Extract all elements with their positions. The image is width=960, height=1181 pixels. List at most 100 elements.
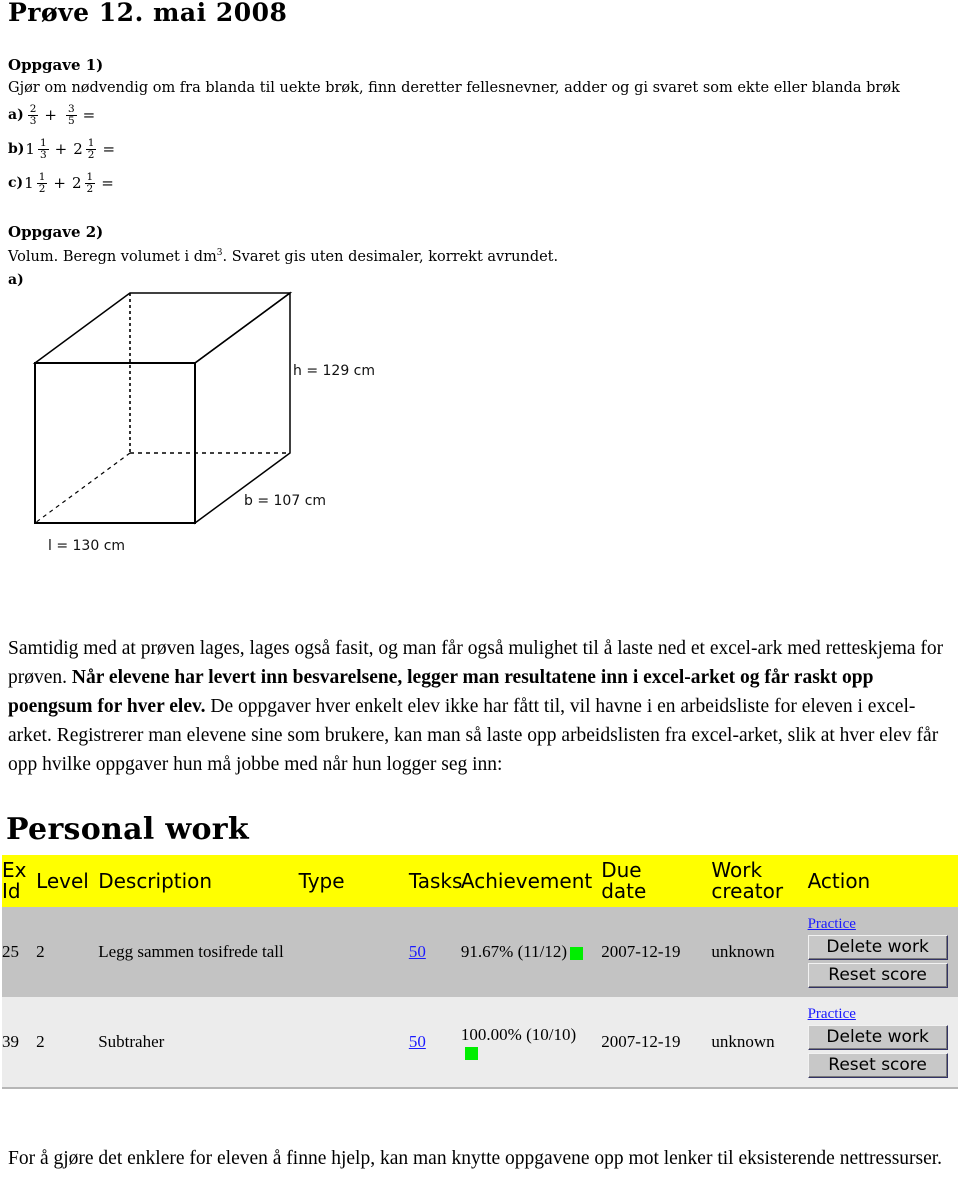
label-height: h = 129 cm: [293, 363, 375, 379]
equation-a-fraction1: 2 3: [27, 103, 39, 127]
column-header-tasks[interactable]: Tasks: [408, 855, 462, 907]
scanned-exam-page: Prøve 12. mai 2008 Oppgave 1) Gjør om nø…: [0, 0, 960, 600]
column-header-ex-id-line2: Id: [2, 879, 21, 903]
achievement-value: 100.00% (10/10): [460, 1024, 577, 1044]
delete-work-button[interactable]: Delete work: [807, 1025, 948, 1050]
table-body: 25 2 Legg sammen tosifrede tall 50 91.67…: [2, 907, 958, 1087]
equation-a-equals: =: [82, 106, 96, 124]
column-header-ex-id-line1: Ex: [2, 858, 27, 882]
equation-b-label: b): [8, 141, 25, 157]
cell-action: Practice Delete work Reset score: [807, 997, 958, 1087]
reset-score-button[interactable]: Reset score: [807, 963, 948, 988]
tasks-link[interactable]: 50: [409, 942, 426, 961]
column-header-type[interactable]: Type: [298, 855, 409, 907]
status-indicator-icon: [464, 1046, 478, 1060]
cuboid-figure: h = 129 cm b = 107 cm l = 130 cm: [0, 278, 420, 578]
column-header-work-creator-line1: Work: [711, 858, 763, 882]
column-header-work-creator-line2: creator: [711, 879, 784, 903]
task-2-instruction: Volum. Beregn volumet i dm3. Svaret gis …: [8, 248, 558, 265]
numerator: 1: [86, 171, 94, 183]
practice-link[interactable]: Practice: [808, 1006, 856, 1023]
table-row: 25 2 Legg sammen tosifrede tall 50 91.67…: [2, 907, 958, 997]
personal-work-heading: Personal work: [6, 812, 249, 847]
status-indicator-icon: [569, 946, 583, 960]
equation-c: c) 1 1 2 + 2 1 2 =: [8, 172, 119, 194]
cell-due-date: 2007-12-19: [601, 997, 712, 1087]
cell-level: 2: [36, 907, 99, 997]
denominator: 2: [84, 182, 96, 195]
equation-c-equals: =: [101, 174, 114, 192]
equation-c-operator: +: [53, 174, 66, 192]
delete-work-button[interactable]: Delete work: [807, 935, 948, 960]
denominator: 3: [37, 148, 49, 161]
table-bottom-divider: [2, 1087, 958, 1089]
equation-b: b) 1 1 3 + 2 1 2 =: [8, 138, 120, 160]
cell-tasks: 50: [408, 997, 461, 1087]
task-1-instruction: Gjør om nødvendig om fra blanda til uekt…: [8, 80, 900, 96]
cuboid-svg: h = 129 cm b = 107 cm l = 130 cm: [32, 291, 375, 554]
column-header-work-creator[interactable]: Work creator: [711, 855, 808, 907]
column-header-due-date[interactable]: Due date: [601, 855, 712, 907]
numerator: 1: [87, 137, 95, 149]
cell-ex-id: 39: [2, 997, 37, 1087]
equation-c-fraction2: 1 2: [84, 171, 96, 195]
cell-type: [298, 997, 409, 1087]
column-header-due-date-line2: date: [601, 879, 647, 903]
equation-a-fraction2: 3 5: [65, 103, 77, 127]
cell-ex-id: 25: [2, 907, 37, 997]
practice-link[interactable]: Practice: [808, 916, 856, 933]
column-header-achievement[interactable]: Achievement: [460, 855, 602, 907]
cell-work-creator: unknown: [711, 997, 808, 1087]
numerator: 1: [38, 171, 46, 183]
equation-c-fraction1: 1 2: [36, 171, 48, 195]
task-2-instruction-post: . Svaret gis uten desimaler, korrekt avr…: [222, 248, 559, 265]
denominator: 5: [65, 114, 77, 127]
figure-sub-letter: a): [8, 272, 24, 288]
cell-achievement: 100.00% (10/10): [460, 997, 602, 1087]
equation-b-fraction1: 1 3: [37, 138, 49, 161]
column-header-action: Action: [807, 855, 958, 907]
equation-b-operator: +: [54, 140, 68, 158]
equation-a: a) 2 3 + 3 5 =: [8, 104, 100, 126]
personal-work-panel: Personal work Ex Id Level Description Ty…: [0, 812, 960, 1089]
label-length: l = 130 cm: [48, 538, 125, 554]
task-1-heading: Oppgave 1): [8, 56, 104, 74]
equation-a-operator: +: [44, 106, 57, 124]
table-header-row: Ex Id Level Description Type Tasks Achie…: [2, 855, 958, 907]
achievement-value: 91.67% (11/12): [460, 942, 567, 961]
column-header-description[interactable]: Description: [98, 855, 299, 907]
equation-b-whole2: 2: [73, 140, 83, 158]
denominator: 2: [36, 182, 48, 195]
task-2-heading: Oppgave 2): [8, 223, 104, 241]
numerator: 3: [67, 103, 75, 115]
cell-level: 2: [36, 997, 99, 1087]
reset-score-button[interactable]: Reset score: [807, 1053, 948, 1078]
column-header-ex-id[interactable]: Ex Id: [2, 855, 37, 907]
cell-work-creator: unknown: [711, 907, 808, 997]
equation-c-label: c): [8, 175, 24, 191]
denominator: 2: [85, 148, 97, 161]
tasks-link[interactable]: 50: [409, 1032, 426, 1051]
column-header-due-date-line1: Due: [601, 858, 642, 882]
numerator: 2: [29, 103, 37, 115]
cell-description: Legg sammen tosifrede tall: [98, 907, 299, 997]
equation-b-whole1: 1: [25, 140, 35, 158]
personal-work-table: Ex Id Level Description Type Tasks Achie…: [2, 855, 958, 1087]
label-depth: b = 107 cm: [244, 493, 326, 509]
cell-description: Subtraher: [98, 997, 299, 1087]
equation-c-whole1: 1: [24, 174, 34, 192]
equation-b-equals: =: [102, 140, 116, 158]
equation-b-fraction2: 1 2: [85, 137, 97, 161]
column-header-level[interactable]: Level: [36, 855, 99, 907]
table-row: 39 2 Subtraher 50 100.00% (10/10) 2007-1…: [2, 997, 958, 1087]
cell-type: [298, 907, 409, 997]
cell-achievement: 91.67% (11/12): [460, 907, 602, 997]
denominator: 3: [27, 114, 39, 127]
task-2-instruction-pre: Volum. Beregn volumet i dm: [8, 248, 217, 265]
cell-tasks: 50: [408, 907, 461, 997]
cell-action: Practice Delete work Reset score: [807, 907, 958, 997]
cell-due-date: 2007-12-19: [601, 907, 712, 997]
table-header: Ex Id Level Description Type Tasks Achie…: [2, 855, 958, 907]
closing-paragraph: For å gjøre det enklere for eleven å fin…: [8, 1147, 943, 1169]
equation-c-whole2: 2: [71, 174, 82, 192]
